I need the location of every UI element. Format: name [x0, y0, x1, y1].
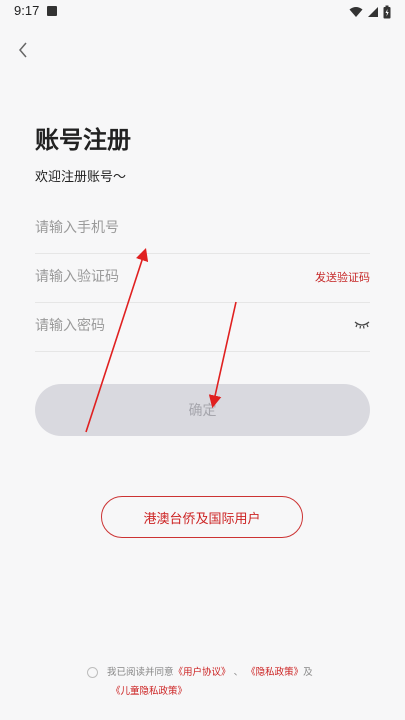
phone-placeholder: 请输入手机号	[35, 220, 119, 236]
status-icons	[349, 4, 391, 20]
send-code-button[interactable]: 发送验证码	[315, 269, 370, 285]
page-subtitle: 欢迎注册账号～	[35, 170, 127, 185]
annotation-arrows	[85, 247, 237, 433]
password-field[interactable]: 请输入密码	[35, 303, 370, 352]
chevron-left-icon	[19, 42, 27, 58]
code-field[interactable]: 请输入验证码 发送验证码	[35, 254, 370, 303]
agreement-line-2: 《儿童隐私政策》	[111, 683, 187, 701]
signal-icon	[368, 7, 378, 17]
confirm-button[interactable]: 确定	[35, 384, 370, 436]
page-title: 账号注册	[35, 126, 131, 154]
notification-a-icon	[47, 6, 57, 16]
children-privacy-link[interactable]: 《儿童隐私政策》	[111, 686, 187, 697]
user-agreement-link[interactable]: 《用户协议》	[174, 667, 231, 678]
eye-closed-icon[interactable]	[354, 319, 370, 331]
code-placeholder: 请输入验证码	[35, 269, 119, 285]
password-placeholder: 请输入密码	[35, 318, 105, 334]
agreement-and: 及	[303, 667, 313, 678]
status-bar: 9:17	[0, 0, 405, 24]
phone-field[interactable]: 请输入手机号	[35, 205, 370, 254]
battery-charging-icon	[383, 5, 391, 19]
privacy-policy-link[interactable]: 《隐私政策》	[246, 667, 303, 678]
wifi-icon	[349, 7, 363, 17]
back-button[interactable]	[12, 38, 36, 62]
agreement-line-1: 我已阅读并同意《用户协议》 、 《隐私政策》及	[107, 664, 313, 682]
intl-users-button[interactable]: 港澳台侨及国际用户	[101, 496, 303, 538]
agreement-row: 我已阅读并同意《用户协议》 、 《隐私政策》及 《儿童隐私政策》	[87, 664, 387, 704]
agreement-checkbox[interactable]	[87, 667, 98, 678]
agreement-prefix: 我已阅读并同意	[107, 667, 174, 678]
status-time: 9:17	[14, 3, 40, 18]
agreement-separator: 、	[233, 667, 244, 678]
